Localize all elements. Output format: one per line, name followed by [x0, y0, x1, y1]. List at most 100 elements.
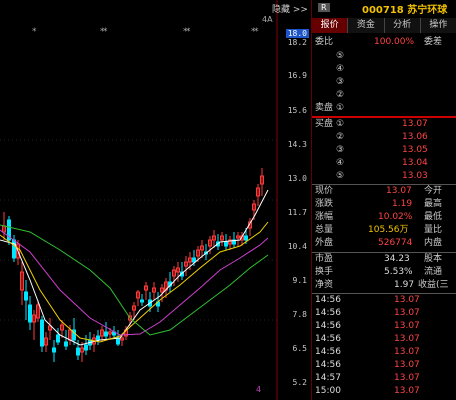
price-axis-label: 6.5: [292, 344, 307, 353]
price-axis: 18.0 18.2 16.9 15.6 14.3 13.0 11.7 10.4 9.1 7.8 6.…: [278, 0, 311, 400]
quote-label: 现价: [315, 186, 334, 196]
price-axis-label: 15.6: [287, 106, 307, 115]
sell-level-row: 卖盘 ①: [312, 102, 456, 115]
tick-price: 13.07: [394, 347, 420, 357]
star-marker: *: [103, 27, 108, 37]
quote-value: 1.19: [392, 199, 413, 209]
stats-label: 换手: [315, 267, 334, 277]
down-candle: [104, 331, 108, 337]
quote-right-label: 内盘: [424, 238, 443, 248]
tick-row: 14:56 13.07: [312, 307, 456, 320]
tick-price: 13.07: [394, 360, 420, 370]
quote-label: 总量: [315, 225, 334, 235]
down-candle: [224, 241, 228, 247]
sell-level-label: ②: [336, 90, 345, 100]
sell-level-label: ⑤: [336, 51, 345, 61]
tick-time: 14:56: [315, 308, 341, 318]
down-candle: [40, 319, 44, 347]
quote-value: 105.56万: [368, 225, 409, 235]
stats-right-label: 流通: [424, 267, 443, 277]
ratio-value: 100.00%: [374, 37, 415, 47]
buy-level-row: ③ 13.05: [312, 144, 456, 157]
order-ratio-row: 委比 100.00% 委差: [312, 36, 456, 49]
stock-title: 000718 苏宁环球: [362, 5, 448, 16]
price-axis-label: 18.0: [285, 29, 309, 38]
star-marker: *: [32, 27, 37, 37]
tab-funds[interactable]: 资金: [348, 18, 385, 33]
tick-time: 14:56: [315, 347, 341, 357]
tick-price: 13.07: [394, 386, 420, 396]
buy-price: 13.03: [402, 171, 428, 181]
chart-top-label: 4A: [262, 15, 273, 24]
price-axis-label: 16.9: [287, 71, 307, 80]
buy-level-row: ⑤ 13.03: [312, 170, 456, 183]
price-axis-label: 7.8: [292, 310, 307, 319]
price-axis-label: 5.2: [292, 378, 307, 387]
buy-price: 13.04: [402, 158, 428, 168]
star-marker: *: [186, 27, 191, 37]
stats-label: 市盈: [315, 254, 334, 264]
buy-level-label: ①: [336, 119, 345, 129]
sell-level-label: ①: [336, 103, 345, 113]
tick-time: 14:56: [315, 321, 341, 331]
price-axis-label: 9.1: [292, 276, 307, 285]
stats-value: 5.53%: [384, 267, 413, 277]
quote-value: 13.07: [386, 186, 412, 196]
sell-level-row: ⑤: [312, 50, 456, 63]
tick-row: 14:57 13.07: [312, 372, 456, 385]
buy-level-label: ②: [336, 132, 345, 142]
diff-label: 委差: [424, 37, 443, 47]
kline-chart[interactable]: * ** ** **4A4: [0, 0, 278, 400]
price-axis-label: 10.4: [287, 242, 307, 251]
quote-row: 外盘 526774 内盘: [312, 237, 456, 250]
star-marker: *: [254, 27, 259, 37]
down-candle: [140, 299, 144, 303]
stats-value: 1.97: [394, 280, 415, 290]
down-candle: [116, 337, 120, 345]
quote-right-label: 量比: [424, 225, 443, 235]
stats-row: 净资 1.97 收益(三: [312, 279, 456, 292]
down-candle: [76, 347, 80, 356]
quote-label: 涨幅: [315, 212, 334, 222]
buy-level-row: ② 13.06: [312, 131, 456, 144]
tick-row: 14:56 13.07: [312, 359, 456, 372]
stats-label: 净资: [315, 280, 334, 290]
quote-label: 涨跌: [315, 199, 334, 209]
buy-level-label: ④: [336, 158, 345, 168]
stats-row: 换手 5.53% 流通: [312, 266, 456, 279]
tab-operation[interactable]: 操作: [420, 18, 456, 33]
quote-panel: R 000718 苏宁环球 报价 资金 分析 操作 委比 100.00% 委差 …: [311, 0, 456, 400]
tick-row: 14:56 13.07: [312, 320, 456, 333]
ratio-label: 委比: [315, 37, 334, 47]
down-candle: [64, 341, 68, 347]
tick-time: 14:56: [315, 360, 341, 370]
buy-price: 13.05: [402, 145, 428, 155]
quote-value: 526774: [378, 238, 413, 248]
tick-time: 14:56: [315, 334, 341, 344]
tab-analysis[interactable]: 分析: [384, 18, 421, 33]
tick-price: 13.07: [394, 373, 420, 383]
sell-level-row: ②: [312, 89, 456, 102]
quote-row: 涨跌 1.19 最高: [312, 198, 456, 211]
down-candle: [56, 334, 60, 343]
down-candle: [28, 304, 32, 323]
quote-tabs: 报价 资金 分析 操作: [312, 18, 456, 33]
buy-level-label: ⑤: [336, 171, 345, 181]
down-candle: [24, 291, 28, 301]
price-axis-label: 18.2: [287, 38, 307, 47]
price-axis-label: 13.0: [287, 174, 307, 183]
down-candle: [244, 235, 248, 241]
sell-label: 卖盘: [315, 103, 334, 113]
down-candle: [96, 335, 100, 341]
tab-quote[interactable]: 报价: [312, 18, 349, 33]
buy-label: 买盘: [315, 119, 334, 129]
quote-right-label: 今开: [424, 186, 443, 196]
down-candle: [12, 239, 16, 259]
tick-row: 14:56 13.07: [312, 294, 456, 307]
stock-header: R 000718 苏宁环球: [312, 0, 456, 16]
tick-price: 13.07: [394, 308, 420, 318]
stats-value: 34.23: [384, 254, 410, 264]
r-badge: R: [318, 3, 330, 12]
buy-level-row: 买盘 ① 13.07: [312, 118, 456, 131]
sell-level-label: ③: [336, 77, 345, 87]
